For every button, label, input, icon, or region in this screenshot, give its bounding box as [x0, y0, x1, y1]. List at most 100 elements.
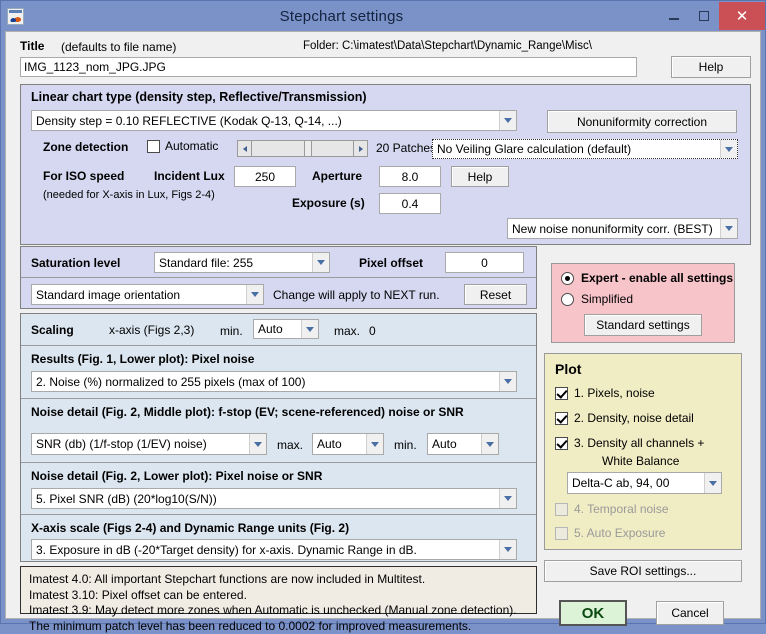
simplified-radio[interactable]: Simplified	[561, 292, 633, 306]
release-note-line-4: The minimum patch level has been reduced…	[29, 619, 528, 634]
standard-settings-button[interactable]: Standard settings	[584, 314, 702, 336]
chart-type-select[interactable]: Density step = 0.10 REFLECTIVE (Kodak Q-…	[31, 110, 517, 131]
plot-checkbox-2[interactable]: 2. Density, noise detail	[555, 411, 694, 425]
minimize-button[interactable]	[659, 3, 689, 29]
simplified-label: Simplified	[581, 292, 633, 306]
results-value: 2. Noise (%) normalized to 255 pixels (m…	[36, 375, 305, 389]
scaling-heading: Scaling	[31, 323, 74, 337]
cancel-button[interactable]: Cancel	[656, 601, 724, 625]
plot-checkbox-5: 5. Auto Exposure	[555, 526, 665, 540]
xaxis-scale-select[interactable]: 3. Exposure in dB (-20*Target density) f…	[31, 539, 517, 560]
automatic-checkbox[interactable]: Automatic	[147, 139, 218, 153]
scaling-min-label: min.	[220, 324, 243, 338]
checkbox-box-auto-exposure	[555, 527, 568, 540]
window-title: Stepchart settings	[24, 8, 659, 25]
slider-right-arrow[interactable]	[353, 141, 367, 156]
radio-dot-simplified	[561, 293, 574, 306]
scaling-min-select[interactable]: Auto	[253, 319, 319, 339]
maximize-button[interactable]	[689, 3, 719, 29]
exposure-input[interactable]: 0.4	[379, 193, 441, 214]
chevron-down-icon	[249, 434, 266, 454]
chevron-down-icon	[481, 434, 498, 454]
noise-nonuniformity-select[interactable]: New noise nonuniformity corr. (BEST)	[507, 218, 738, 239]
slider-left-arrow[interactable]	[238, 141, 252, 156]
help-button-iso[interactable]: Help	[451, 166, 509, 187]
saturation-panel: Saturation level Standard file: 255 Pixe…	[20, 246, 537, 309]
results-select[interactable]: 2. Noise (%) normalized to 255 pixels (m…	[31, 371, 517, 392]
chart-type-value: Density step = 0.10 REFLECTIVE (Kodak Q-…	[36, 114, 342, 128]
lower-plot-value: 5. Pixel SNR (dB) (20*log10(S/N))	[36, 492, 217, 506]
exposure-label: Exposure (s)	[292, 196, 365, 210]
middle-plot-value: SNR (db) (1/f-stop (1/EV) noise)	[36, 437, 207, 451]
matlab-icon	[7, 8, 24, 25]
scaling-max-label: max.	[334, 324, 360, 338]
title-input[interactable]: IMG_1123_nom_JPG.JPG	[20, 57, 637, 77]
chevron-down-icon	[301, 320, 318, 338]
lower-plot-heading: Noise detail (Fig. 2, Lower plot): Pixel…	[31, 469, 322, 483]
chevron-down-icon	[246, 285, 263, 304]
plot-item-label-3: 3. Density all channels +	[574, 436, 704, 450]
chevron-down-icon	[720, 219, 737, 238]
plot-checkbox-1[interactable]: 1. Pixels, noise	[555, 386, 655, 400]
middle-max-select[interactable]: Auto	[312, 433, 384, 455]
middle-min-value: Auto	[432, 437, 457, 451]
xaxis-scale-heading: X-axis scale (Figs 2-4) and Dynamic Rang…	[31, 521, 349, 535]
saturation-level-value: Standard file: 255	[159, 256, 253, 270]
save-roi-settings-button[interactable]: Save ROI settings...	[544, 560, 742, 582]
white-balance-label: White Balance	[602, 454, 679, 468]
release-note-line-3: Imatest 3.9: May detect more zones when …	[29, 603, 528, 619]
patches-slider[interactable]	[237, 140, 368, 157]
plot-checkbox-4: 4. Temporal noise	[555, 502, 669, 516]
middle-max-label: max.	[277, 438, 303, 452]
scaling-xaxis-label: x-axis (Figs 2,3)	[109, 323, 194, 337]
image-orientation-select[interactable]: Standard image orientation	[31, 284, 264, 305]
patches-count-label: 20 Patches	[376, 141, 436, 155]
radio-dot-expert	[561, 272, 574, 285]
delta-c-select[interactable]: Delta-C ab, 94, 00	[567, 472, 722, 494]
nonuniformity-correction-button[interactable]: Nonuniformity correction	[547, 110, 737, 133]
plot-heading: Plot	[555, 361, 581, 377]
pixel-offset-input[interactable]: 0	[445, 252, 524, 273]
reset-button[interactable]: Reset	[464, 284, 527, 305]
plot-item-label-1: 1. Pixels, noise	[574, 386, 655, 400]
checkbox-box-density-noise-detail	[555, 412, 568, 425]
help-button-top[interactable]: Help	[671, 56, 751, 78]
checkbox-box-density-all-channels	[555, 437, 568, 450]
checkbox-box-temporal-noise	[555, 503, 568, 516]
results-heading: Results (Fig. 1, Lower plot): Pixel nois…	[31, 352, 254, 366]
veiling-glare-value: No Veiling Glare calculation (default)	[437, 142, 631, 156]
chevron-down-icon	[366, 434, 383, 454]
ok-button[interactable]: OK	[559, 600, 627, 626]
plot-item-label-2: 2. Density, noise detail	[574, 411, 694, 425]
settings-window: Stepchart settings ✕ Title (defaults to …	[0, 0, 766, 624]
veiling-glare-select[interactable]: No Veiling Glare calculation (default)	[432, 139, 738, 159]
middle-min-label: min.	[394, 438, 417, 452]
scaling-min-value: Auto	[258, 322, 283, 336]
aperture-input[interactable]: 8.0	[379, 166, 441, 187]
title-field-label: Title	[20, 39, 44, 53]
plot-checkbox-3[interactable]: 3. Density all channels +	[555, 436, 704, 450]
xaxis-scale-value: 3. Exposure in dB (-20*Target density) f…	[36, 543, 417, 557]
release-notes-box: Imatest 4.0: All important Stepchart fun…	[20, 566, 537, 614]
incident-lux-label: Incident Lux	[154, 169, 225, 183]
plot-item-label-5: 5. Auto Exposure	[574, 526, 665, 540]
slider-track[interactable]	[252, 141, 353, 156]
incident-lux-input[interactable]: 250	[234, 166, 296, 187]
saturation-level-select[interactable]: Standard file: 255	[154, 252, 330, 273]
chevron-down-icon	[499, 489, 516, 508]
chevron-down-icon	[704, 473, 721, 493]
title-bar: Stepchart settings ✕	[1, 1, 765, 31]
slider-thumb[interactable]	[304, 141, 312, 156]
linear-chart-type-panel: Linear chart type (density step, Reflect…	[20, 84, 751, 245]
change-note-label: Change will apply to NEXT run.	[273, 288, 440, 302]
checkbox-box-automatic	[147, 140, 160, 153]
lower-plot-select[interactable]: 5. Pixel SNR (dB) (20*log10(S/N))	[31, 488, 517, 509]
expert-radio[interactable]: Expert - enable all settings	[561, 271, 733, 285]
close-button[interactable]: ✕	[719, 2, 765, 30]
saturation-level-label: Saturation level	[31, 256, 120, 270]
middle-min-select[interactable]: Auto	[427, 433, 499, 455]
middle-plot-select[interactable]: SNR (db) (1/f-stop (1/EV) noise)	[31, 433, 267, 455]
linear-chart-type-heading: Linear chart type (density step, Reflect…	[31, 90, 367, 104]
noise-nonuniformity-value: New noise nonuniformity corr. (BEST)	[512, 222, 713, 236]
iso-speed-sublabel: (needed for X-axis in Lux, Figs 2-4)	[43, 189, 215, 201]
